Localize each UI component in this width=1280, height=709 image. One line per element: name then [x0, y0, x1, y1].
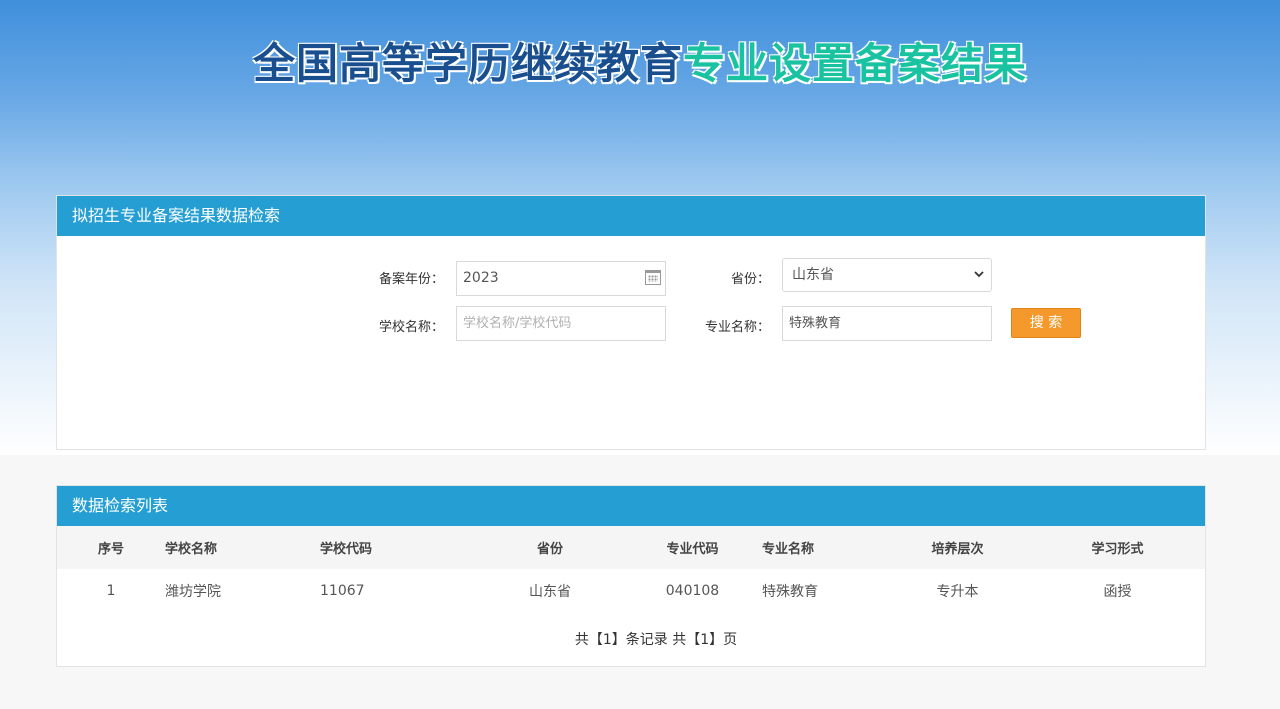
cell-level: 专升本	[936, 583, 979, 600]
school-placeholder: 学校名称/学校代码	[463, 316, 572, 331]
year-value: 2023	[463, 270, 499, 286]
chevron-down-icon	[974, 271, 984, 278]
cell-school-name: 潍坊学院	[165, 583, 221, 600]
cell-major-code: 040108	[665, 582, 720, 599]
cell-province: 山东省	[529, 583, 571, 600]
search-button[interactable]: 搜 索	[1011, 308, 1081, 338]
cell-study-mode: 函授	[1103, 583, 1132, 600]
cell-school-code: 11067	[320, 582, 365, 599]
cell-index: 1	[106, 582, 116, 599]
page-title-main: 全国高等学历继续教育	[252, 39, 683, 88]
calendar-icon[interactable]	[645, 270, 661, 285]
province-label: 省份：	[730, 272, 770, 287]
results-panel: 数据检索列表 序号 学校名称 学校代码 省份 专业代码 专业名称 培养层次 学习…	[56, 485, 1206, 667]
table-row: 1 潍坊学院 11067 山东省 040108 特殊教育 专升本 函授	[57, 569, 1205, 612]
col-header-study-mode: 学习形式	[1030, 526, 1205, 569]
search-panel-title: 拟招生专业备案结果数据检索	[57, 196, 1205, 236]
pagination-summary: 共【1】条记录 共【1】页	[574, 632, 738, 648]
results-table: 序号 学校名称 学校代码 省份 专业代码 专业名称 培养层次 学习形式 1 潍坊…	[57, 526, 1205, 612]
col-header-level: 培养层次	[885, 526, 1030, 569]
cell-major-name: 特殊教育	[762, 583, 818, 600]
table-header-row: 序号 学校名称 学校代码 省份 专业代码 专业名称 培养层次 学习形式	[57, 526, 1205, 569]
major-label: 专业名称：	[704, 320, 770, 335]
col-header-major-code: 专业代码	[650, 526, 735, 569]
col-header-index: 序号	[57, 526, 165, 569]
page-title: 全国高等学历继续教育专业设置备案结果	[0, 30, 1280, 91]
school-input[interactable]: 学校名称/学校代码	[456, 306, 666, 341]
col-header-province: 省份	[450, 526, 650, 569]
results-panel-title: 数据检索列表	[57, 486, 1205, 526]
col-header-school-code: 学校代码	[320, 526, 450, 569]
province-select[interactable]: 山东省	[782, 258, 992, 292]
school-label: 学校名称：	[378, 320, 444, 335]
year-field[interactable]: 2023	[456, 261, 666, 296]
col-header-school-name: 学校名称	[165, 526, 320, 569]
page-title-accent: 专业设置备案结果	[683, 39, 1028, 88]
major-value: 特殊教育	[789, 316, 842, 331]
major-input[interactable]: 特殊教育	[782, 306, 992, 341]
year-label: 备案年份：	[378, 272, 444, 287]
province-value: 山东省	[792, 267, 834, 283]
col-header-major-name: 专业名称	[735, 526, 885, 569]
